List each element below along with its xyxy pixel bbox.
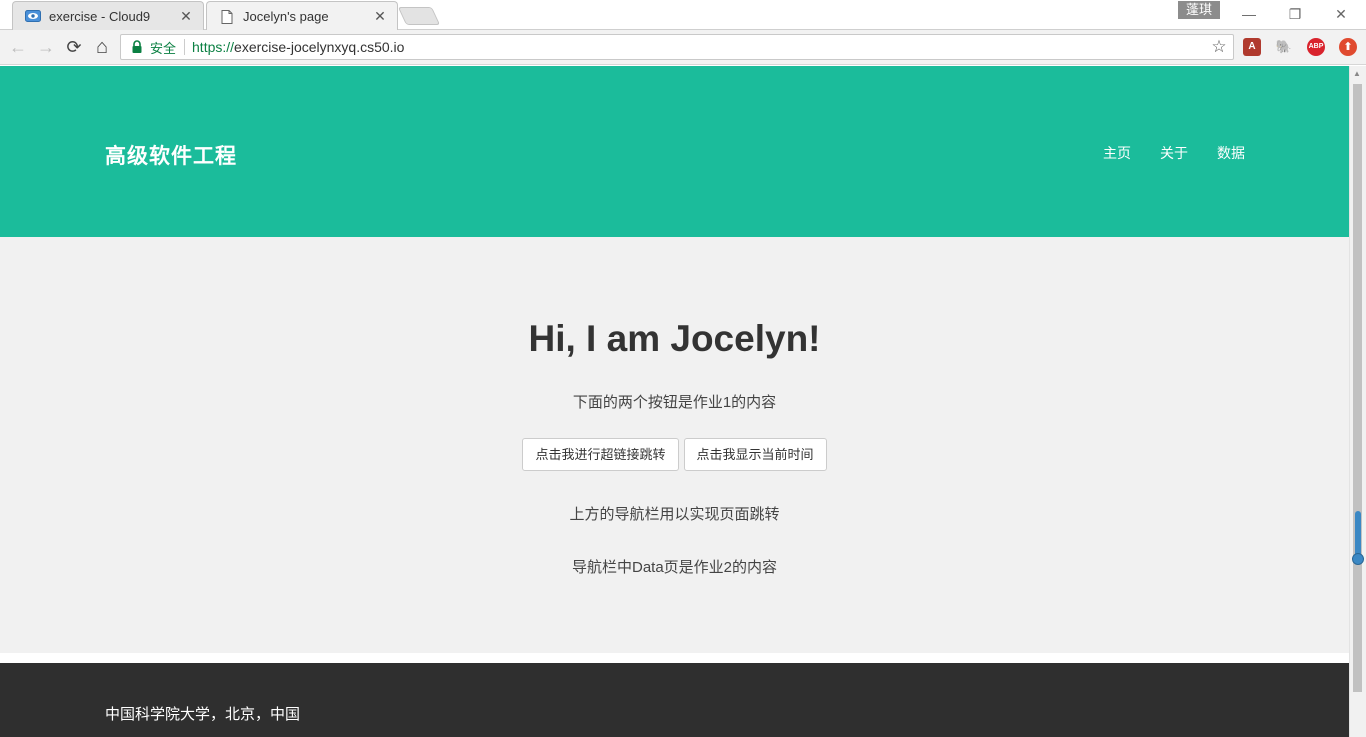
close-tab-icon[interactable]: ✕ xyxy=(373,8,387,25)
url-host: exercise-jocelynxyq.cs50.io xyxy=(234,39,405,55)
url-text[interactable]: https://exercise-jocelynxyq.cs50.io xyxy=(192,39,1210,55)
minimize-icon[interactable]: — xyxy=(1226,0,1272,28)
nav-link-about[interactable]: 关于 xyxy=(1160,143,1188,163)
tab-cloud9[interactable]: exercise - Cloud9 ✕ xyxy=(12,1,204,30)
show-time-button[interactable]: 点击我显示当前时间 xyxy=(683,438,827,471)
tab-title: exercise - Cloud9 xyxy=(49,8,151,24)
evernote-extension-icon[interactable]: 🐘 xyxy=(1275,38,1293,56)
page-scrollbar[interactable]: ▲ xyxy=(1349,66,1366,737)
address-divider xyxy=(184,39,186,55)
upload-extension-icon[interactable]: ⬆ xyxy=(1339,38,1357,56)
section-divider xyxy=(0,653,1349,663)
tab-title: Jocelyn's page xyxy=(243,9,329,24)
acrobat-extension-icon[interactable]: A xyxy=(1243,38,1261,56)
tab-strip: exercise - Cloud9 ✕ Jocelyn's page ✕ 蓬琪 … xyxy=(0,0,1366,31)
hero-title: Hi, I am Jocelyn! xyxy=(528,318,821,359)
home-icon[interactable]: ⌂ xyxy=(91,36,113,58)
hero-line-data: 导航栏中Data页是作业2的内容 xyxy=(571,559,778,576)
hero-buttons: 点击我进行超链接跳转 点击我显示当前时间 xyxy=(0,438,1349,471)
url-scheme: https:// xyxy=(192,39,235,55)
scroll-up-arrow-icon[interactable]: ▲ xyxy=(1353,69,1361,78)
page-viewport: 高级软件工程 主页 关于 数据 Hi, I am Jocelyn! 下面的两个按… xyxy=(0,66,1349,737)
page-icon xyxy=(221,9,233,24)
scroll-thumb[interactable] xyxy=(1353,84,1362,692)
nav-link-home[interactable]: 主页 xyxy=(1103,143,1131,163)
scroll-position-marker xyxy=(1352,511,1364,565)
nav-link-data[interactable]: 数据 xyxy=(1217,143,1245,163)
back-arrow-icon[interactable]: ← xyxy=(7,36,29,58)
tab-jocelyn-page[interactable]: Jocelyn's page ✕ xyxy=(206,1,398,31)
secure-label: 安全 xyxy=(150,40,177,56)
hero-line-navbar: 上方的导航栏用以实现页面跳转 xyxy=(569,506,780,523)
close-tab-icon[interactable]: ✕ xyxy=(179,8,193,25)
adblock-plus-extension-icon[interactable]: ABP xyxy=(1307,38,1325,56)
lock-icon xyxy=(132,40,142,53)
new-tab-button[interactable] xyxy=(397,7,441,25)
reload-icon[interactable]: ⟳ xyxy=(63,36,85,58)
close-window-icon[interactable]: ✕ xyxy=(1318,0,1364,28)
address-bar[interactable]: 安全 https://exercise-jocelynxyq.cs50.io ☆ xyxy=(120,34,1234,60)
ime-badge: 蓬琪 xyxy=(1178,1,1220,19)
site-brand[interactable]: 高级软件工程 xyxy=(105,140,237,170)
bookmark-star-icon[interactable]: ☆ xyxy=(1210,37,1228,57)
footer-address: 中国科学院大学，北京，中国 xyxy=(105,706,301,723)
site-footer: 中国科学院大学，北京，中国 xyxy=(0,663,1349,737)
forward-arrow-icon[interactable]: → xyxy=(35,36,57,58)
hero-section: Hi, I am Jocelyn! 下面的两个按钮是作业1的内容 点击我进行超链… xyxy=(0,237,1349,653)
site-navbar: 高级软件工程 主页 关于 数据 xyxy=(0,66,1349,237)
hero-intro: 下面的两个按钮是作业1的内容 xyxy=(572,394,777,411)
restore-icon[interactable]: ❐ xyxy=(1272,0,1318,28)
nav-links: 主页 关于 数据 xyxy=(1103,143,1245,163)
hyperlink-jump-button[interactable]: 点击我进行超链接跳转 xyxy=(522,438,679,471)
cloud9-eye-icon xyxy=(25,10,41,22)
